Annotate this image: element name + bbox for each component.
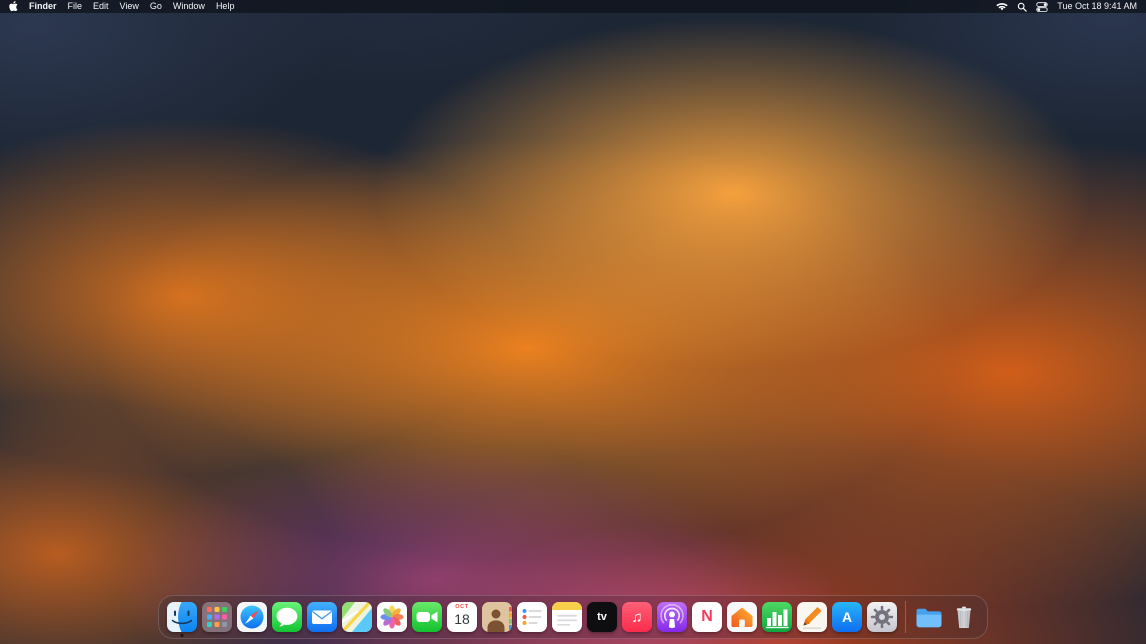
dock-item-finder[interactable] [167, 602, 197, 632]
apple-tv-icon: tv [587, 602, 617, 632]
menu-file[interactable]: File [68, 0, 83, 13]
launchpad-icon [202, 602, 232, 632]
mail-icon [307, 602, 337, 632]
spotlight-icon[interactable] [1017, 2, 1027, 12]
menu-clock[interactable]: Tue Oct 18 9:41 AM [1057, 0, 1137, 13]
calendar-month: OCT [455, 605, 468, 611]
finder-icon [167, 602, 197, 632]
settings-gear-icon [867, 602, 897, 632]
dock-item-pages[interactable] [797, 602, 827, 632]
music-icon: ♫ [622, 602, 652, 632]
tv-label: tv [597, 611, 607, 623]
news-n-glyph: N [701, 608, 713, 626]
dock-item-messages[interactable] [272, 602, 302, 632]
numbers-icon [762, 602, 792, 632]
trash-icon [949, 602, 979, 632]
dock-item-calendar[interactable]: OCT 18 [447, 602, 477, 632]
notes-icon [552, 602, 582, 632]
control-center-icon[interactable] [1036, 2, 1048, 12]
menu-edit[interactable]: Edit [93, 0, 109, 13]
desktop-wallpaper[interactable] [0, 0, 1146, 644]
dock-item-launchpad[interactable] [202, 602, 232, 632]
pages-icon [797, 602, 827, 632]
running-indicator [181, 634, 184, 637]
dock-item-news[interactable]: N [692, 602, 722, 632]
dock-item-facetime[interactable] [412, 602, 442, 632]
dock-item-maps[interactable] [342, 602, 372, 632]
dock-item-numbers[interactable] [762, 602, 792, 632]
menu-window[interactable]: Window [173, 0, 205, 13]
facetime-icon [412, 602, 442, 632]
dock-item-notes[interactable] [552, 602, 582, 632]
photos-icon [377, 602, 407, 632]
maps-icon [342, 602, 372, 632]
podcasts-icon [657, 602, 687, 632]
dock-item-downloads[interactable] [914, 602, 944, 632]
safari-icon [237, 602, 267, 632]
downloads-folder-icon [914, 602, 944, 632]
news-icon: N [692, 602, 722, 632]
calendar-day: 18 [454, 612, 470, 626]
wifi-icon[interactable] [996, 2, 1008, 11]
dock: OCT 18 [158, 595, 988, 639]
reminders-icon [517, 602, 547, 632]
app-store-icon: A [832, 602, 862, 632]
calendar-icon: OCT 18 [447, 602, 477, 632]
app-store-a-glyph: A [842, 609, 852, 625]
dock-item-music[interactable]: ♫ [622, 602, 652, 632]
dock-item-tv[interactable]: tv [587, 602, 617, 632]
menu-bar: Finder File Edit View Go Window Help Tue… [0, 0, 1146, 13]
dock-item-trash[interactable] [949, 602, 979, 632]
dock-item-safari[interactable] [237, 602, 267, 632]
dock-item-app-store[interactable]: A [832, 602, 862, 632]
dock-item-home[interactable] [727, 602, 757, 632]
apple-menu-icon[interactable] [9, 1, 18, 12]
contacts-icon [482, 602, 512, 632]
home-icon [727, 602, 757, 632]
menu-go[interactable]: Go [150, 0, 162, 13]
dock-separator [905, 601, 906, 633]
menu-help[interactable]: Help [216, 0, 235, 13]
dock-item-photos[interactable] [377, 602, 407, 632]
music-note-glyph: ♫ [631, 609, 642, 626]
menu-app-name[interactable]: Finder [29, 0, 57, 13]
macos-desktop-screen: Finder File Edit View Go Window Help Tue… [0, 0, 1146, 644]
dock-item-mail[interactable] [307, 602, 337, 632]
dock-item-contacts[interactable] [482, 602, 512, 632]
messages-icon [272, 602, 302, 632]
dock-item-podcasts[interactable] [657, 602, 687, 632]
dock-item-system-settings[interactable] [867, 602, 897, 632]
dock-item-reminders[interactable] [517, 602, 547, 632]
menu-view[interactable]: View [120, 0, 139, 13]
